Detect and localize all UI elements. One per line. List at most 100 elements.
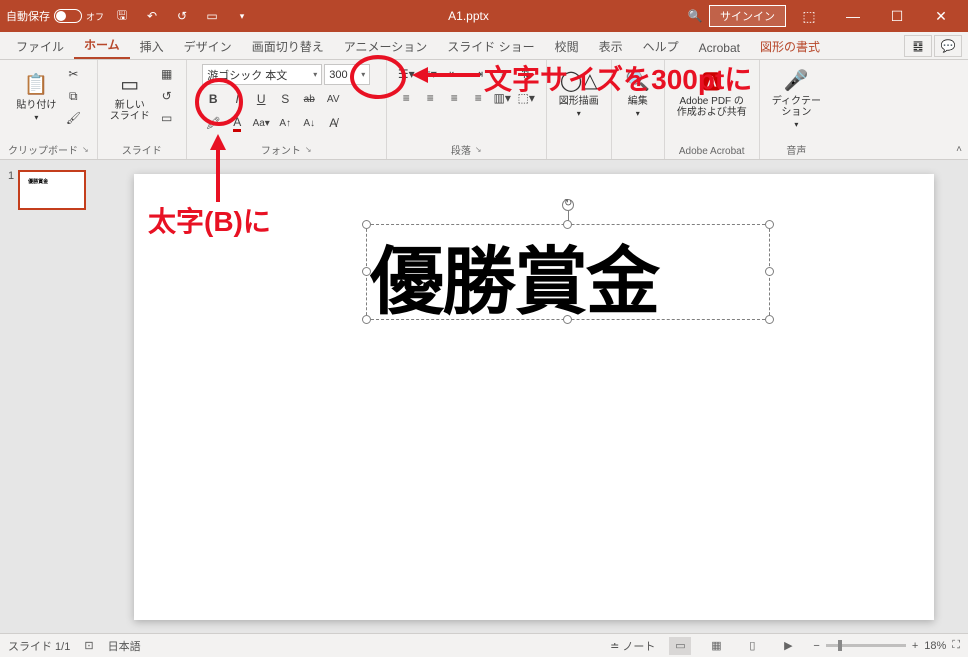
status-slide-number: スライド 1/1 (8, 638, 70, 654)
tab-animations[interactable]: アニメーション (334, 33, 438, 59)
clear-format-button[interactable]: A̸ (322, 113, 344, 133)
resize-handle[interactable] (765, 267, 774, 276)
grow-font-button[interactable]: A↑ (274, 113, 296, 133)
zoom-out-button[interactable]: − (813, 640, 819, 652)
group-editing: 🔍 編集 ▾ (612, 60, 665, 159)
paste-button[interactable]: 📋 貼り付け ▾ (12, 68, 60, 124)
zoom-slider[interactable] (826, 644, 906, 647)
tab-transitions[interactable]: 画面切り替え (242, 33, 334, 59)
tab-insert[interactable]: 挿入 (130, 33, 174, 59)
collapse-ribbon-button[interactable]: ˄ (956, 144, 962, 155)
tab-acrobat[interactable]: Acrobat (689, 36, 750, 59)
fit-window-button[interactable]: ⛶ (952, 639, 960, 652)
drawing-button[interactable]: ◯△ 図形描画 ▾ (555, 64, 603, 120)
share-button[interactable]: ䷕ (904, 35, 932, 57)
slideshow-view-button[interactable]: ▶ (777, 637, 799, 655)
strike-button[interactable]: ab (298, 89, 320, 109)
change-case-button[interactable]: Aa▾ (250, 113, 272, 133)
search-icon[interactable]: 🔍 (683, 4, 707, 28)
minimize-button[interactable]: — (832, 1, 874, 31)
pdf-icon: 🅰 (698, 66, 726, 94)
tab-help[interactable]: ヘルプ (633, 33, 689, 59)
resize-handle[interactable] (765, 315, 774, 324)
normal-view-button[interactable]: ▭ (669, 637, 691, 655)
highlight-button[interactable]: 🖍 (202, 113, 224, 133)
thumbnail-panel[interactable]: 1 優勝賞金 (0, 160, 100, 633)
editing-button[interactable]: 🔍 編集 ▾ (620, 64, 656, 120)
thumb-number: 1 (8, 170, 14, 210)
tab-review[interactable]: 校閲 (545, 33, 589, 59)
copy-button[interactable]: ⧉ (62, 86, 84, 106)
italic-button[interactable]: I (226, 89, 248, 109)
align-center-button[interactable]: ≡ (419, 88, 441, 108)
undo-icon[interactable]: ↶ (140, 4, 164, 28)
font-size-combo[interactable]: 300▾ (324, 64, 370, 85)
cut-button[interactable]: ✂ (62, 64, 84, 84)
maximize-button[interactable]: ☐ (876, 1, 918, 31)
tab-design[interactable]: デザイン (174, 33, 242, 59)
decrease-indent-button[interactable]: ⇤ (443, 64, 465, 84)
char-spacing-button[interactable]: AV (322, 89, 344, 109)
align-right-button[interactable]: ≡ (443, 88, 465, 108)
line-spacing-button[interactable]: ↕ (491, 64, 513, 84)
text-shadow-button[interactable]: S (274, 89, 296, 109)
reading-view-button[interactable]: ▯ (741, 637, 763, 655)
start-slideshow-icon[interactable]: ▭ (200, 4, 224, 28)
window-title: A1.pptx (254, 9, 683, 23)
slide-canvas-area[interactable]: 優勝賞金 (100, 160, 968, 633)
underline-button[interactable]: U (250, 89, 272, 109)
tab-file[interactable]: ファイル (6, 33, 74, 59)
adobe-pdf-button[interactable]: 🅰 Adobe PDF の 作成および共有 (673, 64, 751, 120)
tab-shape-format[interactable]: 図形の書式 (750, 33, 830, 59)
signin-button[interactable]: サインイン (709, 5, 786, 27)
qat-more-icon[interactable]: ▾ (230, 4, 254, 28)
tab-slideshow[interactable]: スライド ショー (437, 33, 544, 59)
zoom-in-button[interactable]: + (912, 640, 918, 652)
zoom-control[interactable]: − + 18% ⛶ (813, 639, 960, 652)
find-icon: 🔍 (624, 66, 652, 94)
group-paragraph: ☰▾ ≡▾ ⇤ ⇥ ↕ ⇅ ≡ ≡ ≡ ≡ ▥▾ ⬚▾ 段落↘ (387, 60, 547, 159)
layout-button[interactable]: ▦ (156, 64, 178, 84)
status-language[interactable]: 日本語 (108, 638, 141, 654)
accessibility-icon[interactable]: ⊡ (84, 639, 93, 652)
group-clipboard: 📋 貼り付け ▾ ✂ ⧉ 🖌 クリップボード↘ (0, 60, 98, 159)
tab-view[interactable]: 表示 (589, 33, 633, 59)
save-icon[interactable]: 🖫 (110, 4, 134, 28)
new-slide-icon: ▭ (116, 70, 144, 98)
dictate-button[interactable]: 🎤 ディクテー ション ▾ (768, 64, 825, 131)
rotate-handle[interactable] (562, 199, 574, 211)
paragraph-dialog-launcher[interactable]: ↘ (475, 145, 482, 154)
justify-button[interactable]: ≡ (467, 88, 489, 108)
zoom-percent[interactable]: 18% (924, 640, 946, 652)
slide-textbox-text[interactable]: 優勝賞金 (370, 222, 658, 329)
shrink-font-button[interactable]: A↓ (298, 113, 320, 133)
tab-home[interactable]: ホーム (74, 31, 130, 59)
comments-button[interactable]: 💬 (934, 35, 962, 57)
font-dialog-launcher[interactable]: ↘ (305, 145, 312, 154)
autosave-toggle[interactable]: 自動保存 オフ (6, 8, 104, 24)
font-name-combo[interactable]: 游ゴシック 本文▾ (202, 64, 322, 85)
smartart-button[interactable]: ⬚▾ (515, 88, 537, 108)
format-painter-button[interactable]: 🖌 (62, 108, 84, 128)
align-left-button[interactable]: ≡ (395, 88, 417, 108)
close-button[interactable]: ✕ (920, 1, 962, 31)
reset-button[interactable]: ↺ (156, 86, 178, 106)
section-button[interactable]: ▭ (156, 108, 178, 128)
clipboard-dialog-launcher[interactable]: ↘ (82, 145, 89, 154)
resize-handle[interactable] (765, 220, 774, 229)
redo-icon[interactable]: ↺ (170, 4, 194, 28)
title-bar: 自動保存 オフ 🖫 ↶ ↺ ▭ ▾ A1.pptx 🔍 サインイン ⬚ — ☐ … (0, 0, 968, 32)
bullets-button[interactable]: ☰▾ (395, 64, 417, 84)
columns-button[interactable]: ▥▾ (491, 88, 513, 108)
notes-button[interactable]: ≐ ノート (610, 638, 655, 654)
bold-button[interactable]: B (202, 89, 224, 109)
increase-indent-button[interactable]: ⇥ (467, 64, 489, 84)
numbering-button[interactable]: ≡▾ (419, 64, 441, 84)
ribbon-display-icon[interactable]: ⬚ (788, 1, 830, 31)
text-direction-button[interactable]: ⇅ (515, 64, 537, 84)
font-color-button[interactable]: A (226, 113, 248, 133)
new-slide-button[interactable]: ▭ 新しい スライド (106, 68, 154, 124)
slide-1[interactable]: 優勝賞金 (134, 174, 934, 620)
sorter-view-button[interactable]: ▦ (705, 637, 727, 655)
slide-thumbnail-1[interactable]: 優勝賞金 (18, 170, 86, 210)
